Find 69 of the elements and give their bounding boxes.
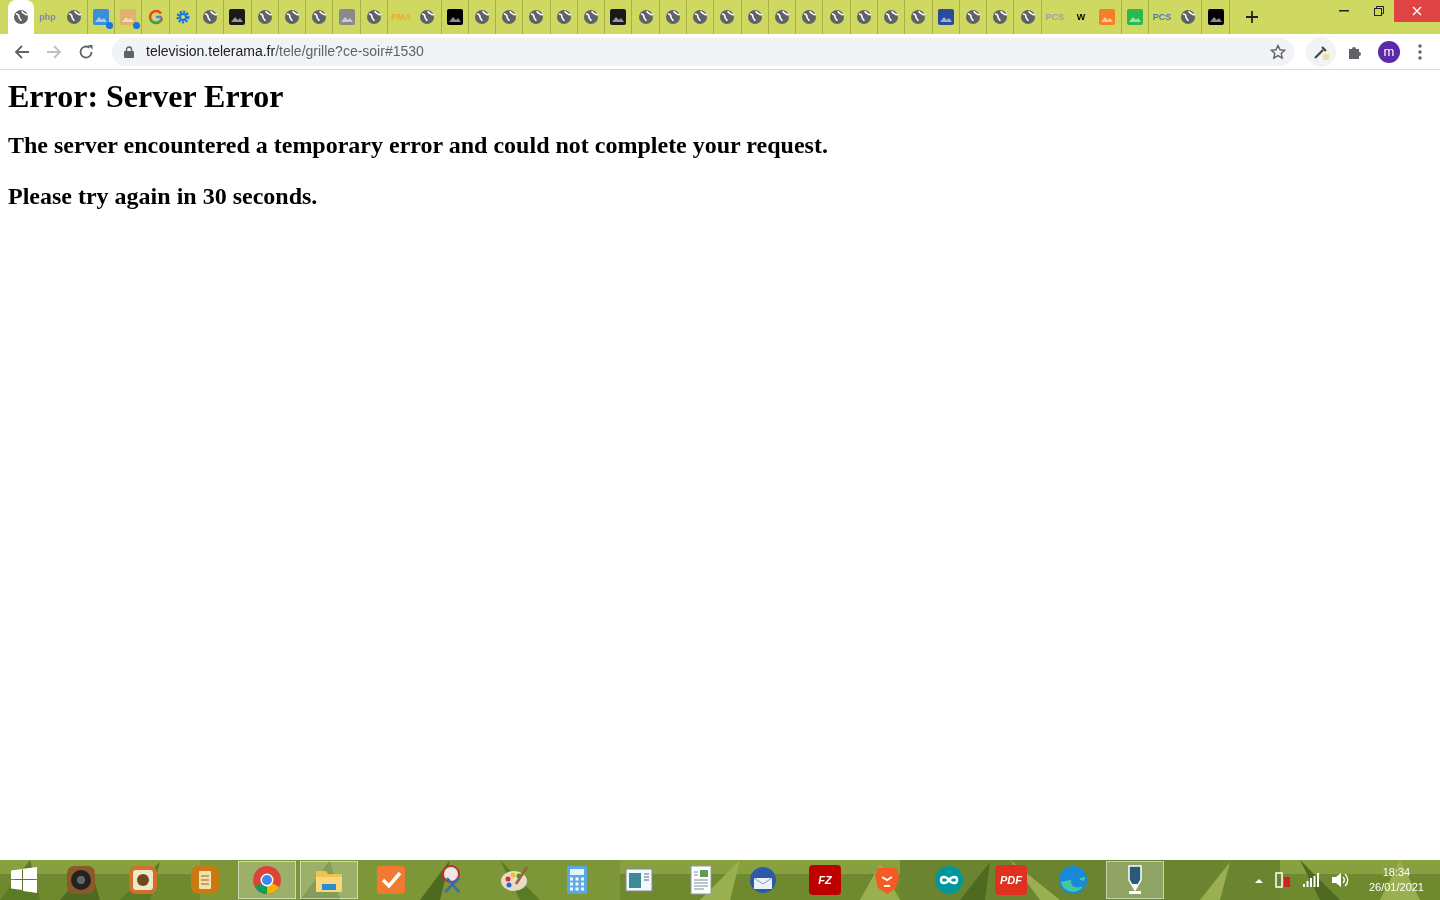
globe-icon <box>555 9 572 25</box>
globe-icon <box>965 9 981 25</box>
globe-icon <box>202 9 219 25</box>
app-logo: FZ <box>809 865 841 895</box>
minimize-icon <box>1339 10 1349 12</box>
globe-icon <box>1019 9 1036 25</box>
retry-hint: Please try again in 30 seconds. <box>8 182 319 210</box>
url-text: television.telerama.fr/tele/grille?ce-soir#1530 <box>146 42 424 61</box>
globe-icon <box>883 9 900 25</box>
checkmark-icon <box>375 864 407 896</box>
globe-icon <box>719 9 736 25</box>
globe-icon <box>855 9 872 25</box>
globe-icon <box>910 9 927 25</box>
lock-icon <box>124 45 134 58</box>
address-bar[interactable]: television.telerama.fr/tele/grille?ce-soir#1530 <box>112 37 1294 66</box>
g-logo-icon <box>147 9 164 25</box>
globe-icon <box>501 9 518 25</box>
error-message: The server encountered a temporary error and could not complete your request. <box>8 131 829 159</box>
plus-icon <box>1245 10 1259 24</box>
browser-tab[interactable]: php <box>34 0 61 34</box>
caret-up-icon[interactable] <box>1254 877 1263 883</box>
reload-icon <box>78 43 94 60</box>
error-heading: Error: Server Error <box>8 78 285 114</box>
globe-icon <box>746 9 763 25</box>
clock-date: 26/01/2021 <box>1368 880 1424 895</box>
globe-icon <box>637 9 654 25</box>
browser-tab[interactable] <box>8 0 35 34</box>
extension-button[interactable] <box>1306 36 1336 67</box>
globe-icon <box>692 9 709 25</box>
globe-icon <box>992 9 1009 25</box>
browser-tab[interactable]: PCS <box>1148 0 1176 34</box>
globe-icon <box>828 9 845 25</box>
taskbar-app[interactable]: FZ <box>796 861 854 899</box>
gear-icon <box>174 9 191 25</box>
globe-icon <box>65 9 82 25</box>
globe-icon <box>256 9 273 25</box>
speaker-volume-icon[interactable] <box>1330 872 1349 888</box>
globe-icon <box>528 9 545 25</box>
globe-icon <box>419 9 436 25</box>
clock-time: 18:34 <box>1382 865 1411 880</box>
taskbar-app[interactable]: PDF <box>982 861 1040 899</box>
globe-icon <box>801 9 818 25</box>
taskbar-app[interactable] <box>1106 861 1164 899</box>
globe-icon <box>311 9 328 25</box>
back-arrow-icon <box>14 43 30 60</box>
chrome-icon <box>251 864 283 896</box>
star-icon[interactable] <box>1270 43 1286 60</box>
globe-icon <box>1180 9 1197 25</box>
globe-icon <box>774 9 790 25</box>
infinity-icon <box>933 864 965 896</box>
clock[interactable]: 18:34 26/01/2021 <box>1368 865 1424 895</box>
globe-icon <box>13 9 30 25</box>
globe-icon <box>365 9 382 25</box>
clipboard-icon <box>189 864 221 896</box>
profile-avatar[interactable]: m <box>1378 40 1400 63</box>
restore-icon <box>1374 6 1384 16</box>
more-vertical-icon <box>1418 43 1422 60</box>
close-icon <box>1412 6 1422 16</box>
signal-bars-icon[interactable] <box>1302 873 1319 887</box>
app-logo: PDF <box>995 865 1027 895</box>
speaker-icon <box>65 864 97 896</box>
wave-logo-icon <box>1057 864 1089 896</box>
globe-icon <box>664 9 681 25</box>
globe-icon <box>583 9 600 25</box>
globe-icon <box>283 9 300 25</box>
windows-logo-icon <box>11 867 37 893</box>
browser-tab[interactable]: W <box>1067 0 1095 34</box>
forward-arrow-icon <box>46 43 62 60</box>
globe-icon <box>473 9 490 25</box>
